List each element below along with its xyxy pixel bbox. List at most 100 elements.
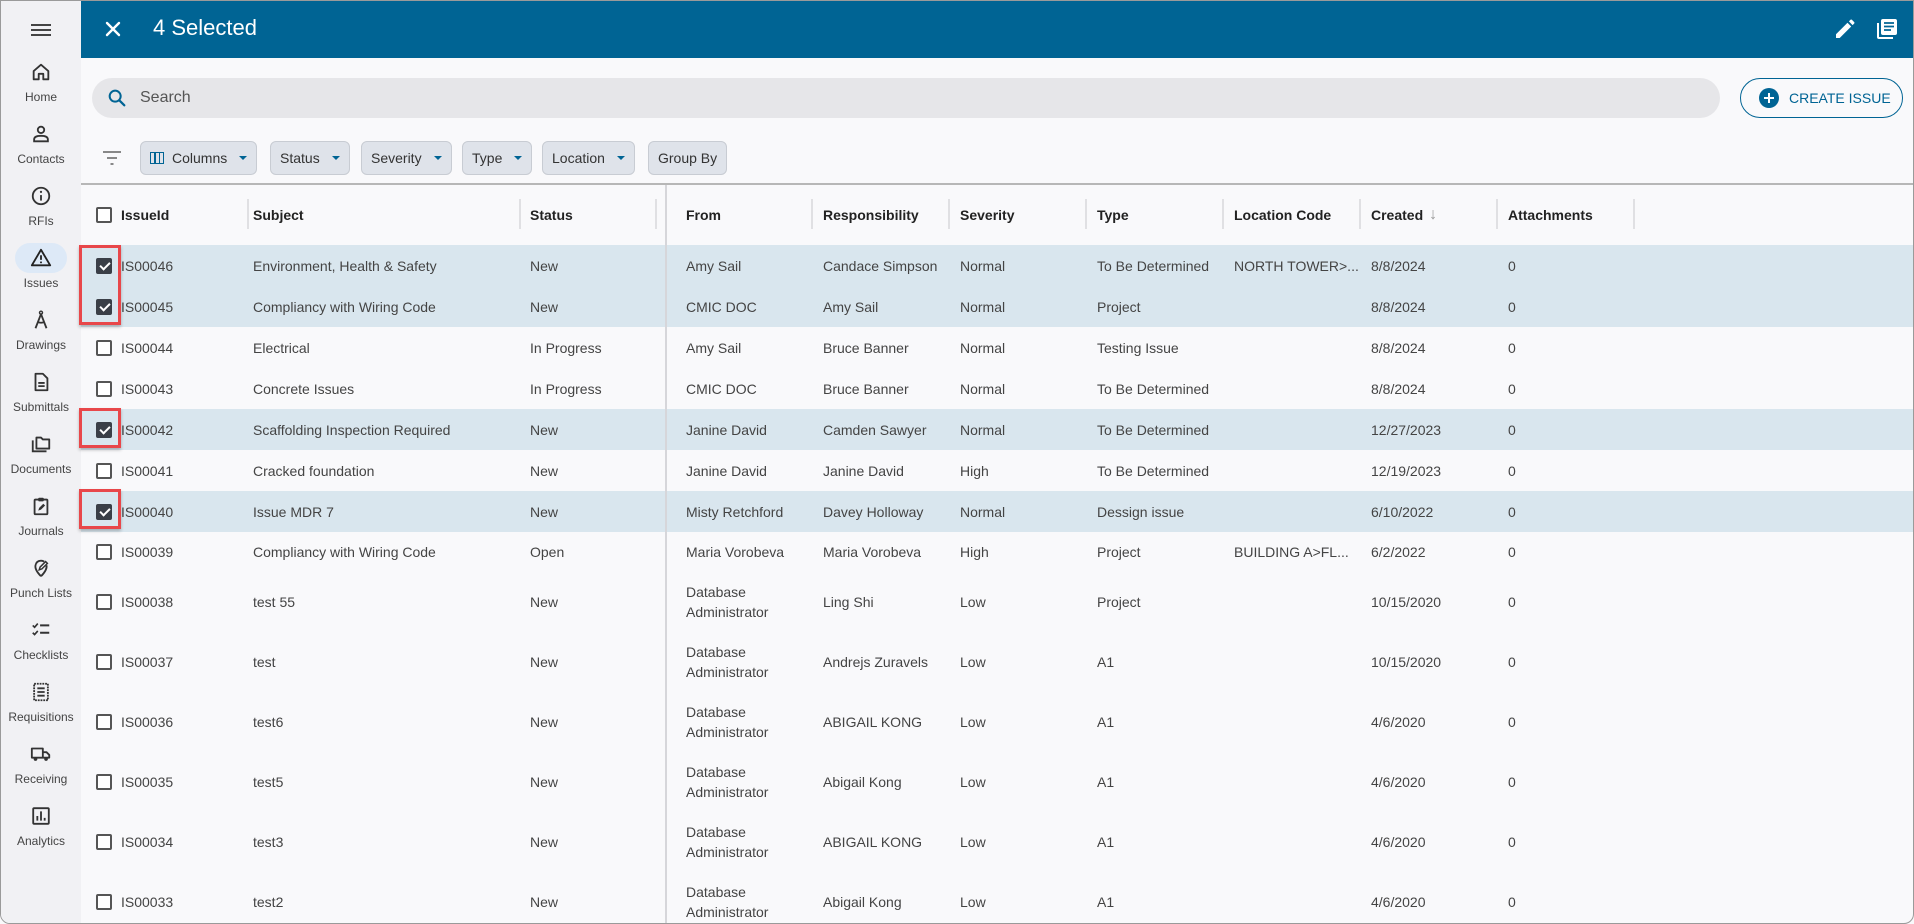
sidebar-item-submittals[interactable]: Submittals — [1, 367, 81, 429]
cell-severity: Low — [960, 714, 986, 730]
cell-created: 12/27/2023 — [1371, 421, 1442, 438]
cell-subject: test2 — [253, 894, 284, 910]
sidebar-item-journals[interactable]: Journals — [1, 491, 81, 553]
column-header-type[interactable]: Type — [1087, 185, 1224, 245]
column-header-subject[interactable]: Subject — [243, 185, 520, 245]
column-header-issueid[interactable]: IssueId — [111, 185, 261, 245]
sidebar-item-contacts[interactable]: Contacts — [1, 119, 81, 181]
table-row[interactable]: IS00034 test3 New Database Administrator ABI… — [81, 812, 1913, 872]
pinned-columns-divider — [665, 185, 667, 923]
sidebar-item-label: Home — [24, 90, 57, 104]
cell-from: Database Administrator — [686, 644, 769, 680]
search-input[interactable] — [140, 78, 1700, 118]
create-issue-button[interactable]: CREATE ISSUE — [1740, 78, 1903, 118]
row-checkbox[interactable] — [96, 774, 112, 790]
table-row[interactable]: IS00040 Issue MDR 7 New Misty Retchford Dave… — [81, 491, 1913, 532]
table-row[interactable]: IS00033 test2 New Database Administrator Abi… — [81, 872, 1913, 923]
row-checkbox[interactable] — [96, 654, 112, 670]
filter-chip-severity[interactable]: Severity — [361, 141, 452, 175]
cell-id: IS00038 — [121, 594, 174, 610]
table-row[interactable]: IS00036 test6 New Database Administrator ABI… — [81, 692, 1913, 752]
cell-type: To Be Determined — [1097, 257, 1210, 274]
sidebar-item-home[interactable]: Home — [1, 57, 81, 119]
cell-status: New — [530, 894, 559, 910]
column-resize-handle[interactable] — [655, 199, 657, 229]
filter-chip-group-by[interactable]: Group By — [648, 141, 728, 175]
sidebar-item-analytics[interactable]: Analytics — [1, 801, 81, 863]
filter-list-icon[interactable] — [101, 149, 123, 167]
view-column-icon — [150, 152, 164, 164]
filter-chip-type[interactable]: Type — [462, 141, 533, 175]
cell-created: 8/8/2024 — [1371, 380, 1426, 397]
sidebar-item-requisitions[interactable]: Requisitions — [1, 677, 81, 739]
column-header-responsibility[interactable]: Responsibility — [813, 185, 950, 245]
table-row[interactable]: IS00037 test New Database Administrator Andr… — [81, 632, 1913, 692]
library-books-icon[interactable] — [1875, 17, 1899, 41]
column-header-label: From — [686, 207, 721, 223]
tag-edit-icon — [15, 553, 67, 583]
table-row[interactable]: IS00038 test 55 New Database Administrator L… — [81, 572, 1913, 632]
cell-from: Database Administrator — [686, 584, 769, 620]
column-header-location-code[interactable]: Location Code — [1224, 185, 1361, 245]
column-header-attachments[interactable]: Attachments — [1498, 185, 1635, 245]
row-checkbox[interactable] — [96, 894, 112, 910]
column-header-status[interactable]: Status — [520, 185, 670, 245]
filter-chip-location[interactable]: Location — [542, 141, 635, 175]
cell-type: To Be Determined — [1097, 421, 1210, 438]
column-header-from[interactable]: From — [676, 185, 813, 245]
row-checkbox[interactable] — [96, 714, 112, 730]
cell-id: IS00034 — [121, 834, 174, 850]
table-row[interactable]: IS00044 Electrical In Progress Amy Sail Bruc… — [81, 327, 1913, 368]
sidebar-item-receiving[interactable]: Receiving — [1, 739, 81, 801]
chip-label: Type — [472, 150, 503, 166]
sidebar-item-drawings[interactable]: Drawings — [1, 305, 81, 367]
row-checkbox[interactable] — [96, 421, 112, 438]
cell-from: Database Administrator — [686, 764, 769, 800]
cell-from: Misty Retchford — [686, 503, 784, 520]
row-checkbox[interactable] — [96, 594, 112, 610]
column-resize-handle[interactable] — [1633, 199, 1635, 229]
sidebar-item-checklists[interactable]: Checklists — [1, 615, 81, 677]
select-all-checkbox[interactable] — [96, 207, 112, 223]
filter-chip-columns[interactable]: Columns — [140, 141, 258, 175]
cell-id: IS00045 — [121, 298, 174, 315]
table-row[interactable]: IS00045 Compliancy with Wiring Code New CMI… — [81, 286, 1913, 327]
cell-responsibility: Camden Sawyer — [823, 421, 927, 438]
row-checkbox[interactable] — [96, 298, 112, 315]
cell-subject: test — [253, 654, 276, 670]
hamburger-icon[interactable] — [29, 21, 53, 39]
row-checkbox[interactable] — [96, 462, 112, 479]
cell-attachments: 0 — [1508, 594, 1516, 610]
sidebar-item-punch-lists[interactable]: Punch Lists — [1, 553, 81, 615]
cell-status: Open — [530, 544, 565, 560]
cell-type: A1 — [1097, 774, 1115, 790]
table-row[interactable]: IS00041 Cracked foundation New Janine David… — [81, 450, 1913, 491]
table-row[interactable]: IS00046 Environment, Health & Safety New Am… — [81, 245, 1913, 286]
dropdown-arrow-icon — [433, 156, 442, 160]
sidebar-item-issues[interactable]: Issues — [1, 243, 81, 305]
cell-location — [1224, 409, 1361, 450]
row-checkbox[interactable] — [96, 544, 112, 560]
column-header-created[interactable]: Created ↓ — [1361, 185, 1498, 245]
filter-chip-status[interactable]: Status — [270, 141, 350, 175]
sidebar-item-documents[interactable]: Documents — [1, 429, 81, 491]
sidebar-item-rfis[interactable]: RFIs — [1, 181, 81, 243]
row-checkbox[interactable] — [96, 380, 112, 397]
column-header-severity[interactable]: Severity — [950, 185, 1087, 245]
table-row[interactable]: IS00043 Concrete Issues In Progress CMIC DO… — [81, 368, 1913, 409]
cell-location — [1224, 872, 1361, 923]
row-checkbox[interactable] — [96, 834, 112, 850]
table-row[interactable]: IS00042 Scaffolding Inspection Required Ne… — [81, 409, 1913, 450]
sort-descending-icon[interactable]: ↓ — [1429, 206, 1437, 224]
table-row[interactable]: IS00039 Compliancy with Wiring Code Open Ma… — [81, 532, 1913, 572]
sidebar-item-label: Submittals — [12, 400, 70, 414]
edit-icon[interactable] — [1833, 17, 1857, 41]
close-icon[interactable] — [101, 17, 125, 41]
row-checkbox[interactable] — [96, 503, 112, 520]
row-checkbox[interactable] — [96, 339, 112, 356]
cell-created: 8/8/2024 — [1371, 298, 1426, 315]
table-row[interactable]: IS00035 test5 New Database Administrator Abi… — [81, 752, 1913, 812]
row-checkbox[interactable] — [96, 257, 112, 274]
cell-severity: High — [960, 544, 989, 560]
cell-status: New — [530, 462, 559, 479]
